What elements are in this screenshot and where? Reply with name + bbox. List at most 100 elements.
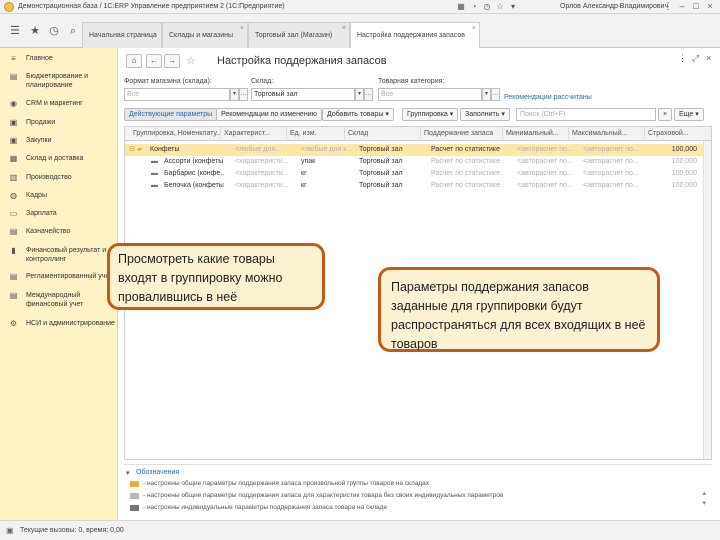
sidebar-item-production[interactable]: ▥ Производство (9, 173, 122, 182)
sidebar-item-label: Кадры (26, 192, 47, 199)
collapse-icon[interactable]: ⊟ (129, 144, 137, 156)
close-icon[interactable]: × (704, 1, 716, 12)
column-header[interactable]: Ед. изм. (287, 127, 345, 141)
close-tab-icon[interactable]: × (342, 16, 346, 42)
settings-icon[interactable]: ⋮ (662, 1, 674, 12)
menu-dropdown-icon[interactable]: ▾ (508, 2, 518, 12)
close-tab-icon[interactable]: × (472, 16, 476, 42)
cell-max: <авторасчет по... (583, 146, 639, 153)
warehouse-dropdown[interactable]: ▾ (355, 88, 364, 101)
history-icon[interactable]: ◷ (482, 2, 492, 12)
store-format-open[interactable]: … (239, 88, 248, 101)
sidebar-item-finance[interactable]: ▮ Финансовый результат и контроллинг (9, 246, 122, 264)
sections-menu-icon[interactable]: ☰ (8, 24, 22, 38)
more-options-icon[interactable]: ⋮ (678, 53, 687, 64)
warehouse-field[interactable]: Торговый зал (251, 88, 355, 101)
sidebar-item-main[interactable]: ≡ Главное (9, 54, 122, 63)
sidebar-item-crm[interactable]: ◉ CRM и маркетинг (9, 99, 122, 108)
cell-warehouse: Торговый зал (359, 146, 403, 153)
cell-min: <авторасчет по... (517, 146, 573, 153)
sidebar-item-staff[interactable]: ◍ Кадры (9, 191, 122, 200)
scroll-down-icon[interactable]: ▾ (702, 499, 706, 507)
sidebar-item-purchases[interactable]: ▣ Закупки (9, 136, 122, 145)
cell-method: Расчет по статистике (431, 170, 500, 177)
legend-item-text: - настроены индивидуальные параметры под… (143, 504, 388, 511)
sidebar-item-treasury[interactable]: ▤ Казначейство (9, 227, 122, 236)
clear-search-button[interactable]: × (658, 108, 672, 121)
collapse-legend-icon[interactable]: ▾ (126, 469, 130, 477)
fill-button[interactable]: Заполнить ▾ (460, 108, 510, 121)
favorite-star-icon[interactable]: ☆ (186, 54, 196, 67)
sidebar-item-sales[interactable]: ▣ Продажи (9, 118, 122, 127)
cell-unit: кг (301, 182, 307, 189)
sidebar-item-warehouse[interactable]: ▦ Склад и доставка (9, 154, 122, 163)
add-goods-button[interactable]: Добавить товары ▾ (322, 108, 394, 121)
tab-home[interactable]: Начальная страница (82, 22, 162, 48)
salary-icon: ▭ (9, 209, 18, 218)
home-button[interactable]: ⌂ (126, 54, 142, 68)
forward-button[interactable]: → (164, 54, 180, 68)
category-open[interactable]: … (491, 88, 500, 101)
tab-bar: ☰ ★ ◷ ⌕ Начальная страница Склады и мага… (0, 14, 720, 49)
more-button[interactable]: Еще ▾ (674, 108, 704, 121)
history-clock-icon[interactable]: ◷ (47, 24, 61, 38)
sidebar-item-admin[interactable]: ⚙ НСИ и администрирование (9, 319, 122, 328)
table-row[interactable]: ⊟ ▰ Конфеты <любые для... <любые для к..… (125, 144, 711, 156)
search-icon[interactable]: ⌕ (66, 24, 80, 38)
status-bar: ▣ Текущие вызовы: 0, время: 0,00 (0, 520, 720, 540)
column-header[interactable]: Группировка, Номенклату... (125, 127, 221, 141)
category-field[interactable]: Все (378, 88, 482, 101)
close-form-icon[interactable]: × (706, 53, 711, 63)
recommendations-link[interactable]: Рекомендации рассчитаны (504, 94, 592, 101)
sidebar-item-salary[interactable]: ▭ Зарплата (9, 209, 122, 218)
purchases-icon: ▣ (9, 136, 18, 145)
search-input[interactable]: Поиск (Ctrl+F) (516, 108, 656, 121)
chevron-down-icon: ▾ (232, 91, 236, 97)
sidebar-item-intl-finance[interactable]: ▤ Международный финансовый учет (9, 291, 122, 309)
expand-icon[interactable]: ⤢ (692, 53, 699, 64)
sidebar-item-budgeting[interactable]: ▤ Бюджетирование и планирование (9, 72, 122, 90)
column-header[interactable]: Минимальный... (503, 127, 569, 141)
cell-max: <авторасчет по... (583, 182, 639, 189)
close-tab-icon[interactable]: × (240, 16, 244, 42)
star-icon[interactable]: ☆ (495, 2, 505, 12)
recommend-changes-button[interactable]: Рекомендации по изменению (216, 108, 322, 121)
notification-icon[interactable]: ◔ (469, 2, 479, 12)
column-header[interactable]: Характерист... (221, 127, 287, 141)
store-format-field[interactable]: Все (124, 88, 230, 101)
store-format-dropdown[interactable]: ▾ (230, 88, 239, 101)
current-user[interactable]: Орлов Александр Владимирович (560, 3, 668, 10)
warehouse-open[interactable]: … (364, 88, 373, 101)
column-header[interactable]: Максимальный... (569, 127, 645, 141)
scroll-up-icon[interactable]: ▴ (702, 489, 706, 497)
column-header[interactable]: Страховой... (645, 127, 703, 141)
sales-icon: ▣ (9, 118, 18, 127)
tab-warehouses[interactable]: Склады и магазины × (162, 22, 248, 48)
grouping-button[interactable]: Группировка ▾ (402, 108, 459, 121)
minimize-icon[interactable]: – (676, 1, 688, 12)
store-format-label: Формат магазина (склада): (124, 78, 212, 85)
home-icon: ⌂ (131, 56, 137, 65)
back-button[interactable]: ← (146, 54, 162, 68)
cell-safety: 100,000 (671, 158, 697, 165)
sidebar-item-accounting[interactable]: ▤ Регламентированный учет (9, 272, 122, 281)
category-dropdown[interactable]: ▾ (482, 88, 491, 101)
budget-icon: ▤ (9, 72, 18, 81)
favorites-star-icon[interactable]: ★ (28, 24, 42, 38)
title-bar: Демонстрационная база / 1С:ERP Управлени… (0, 0, 720, 14)
sidebar-item-label: НСИ и администрирование (26, 320, 115, 327)
column-header[interactable]: Склад (345, 127, 421, 141)
grid-icon[interactable]: ▦ (456, 2, 466, 12)
cell-unit: <любые для к... (301, 146, 353, 153)
active-params-button[interactable]: Действующие параметры (124, 108, 218, 121)
tab-stock-settings[interactable]: Настройка поддержания запасов × (350, 22, 480, 49)
table-row[interactable]: ▬ Белочка (конфеты) <характеристи... кг … (125, 180, 711, 192)
table-row[interactable]: ▬ Ассорти (конфеты) <характеристи... упа… (125, 156, 711, 168)
column-header[interactable]: Поддержание запаса (421, 127, 503, 141)
legend-title[interactable]: Обозначения (136, 469, 179, 476)
cell-max: <авторасчет по... (583, 158, 639, 165)
maximize-icon[interactable]: □ (690, 1, 702, 12)
tab-sales-floor[interactable]: Торговый зал (Магазин) × (248, 22, 350, 48)
table-row[interactable]: ▬ Барбарис (конфе... <характеристи... кг… (125, 168, 711, 180)
table-scrollbar[interactable] (703, 141, 711, 459)
